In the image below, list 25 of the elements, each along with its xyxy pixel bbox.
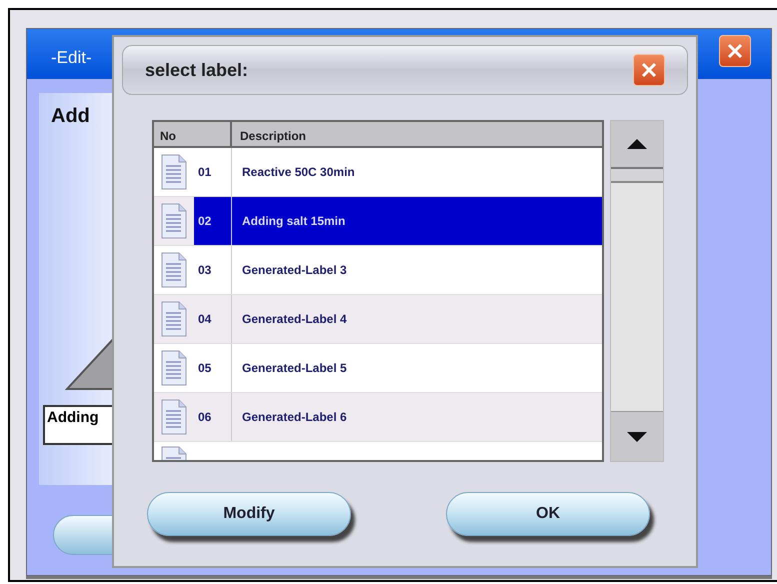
table-row[interactable]: 02 Adding salt 15min [154, 197, 602, 246]
table-row[interactable]: 04 Generated-Label 4 [154, 295, 602, 344]
table-cell-text: Generated-Label 6 [241, 409, 347, 426]
table-cell: 06 [194, 393, 232, 441]
table-cell-text: Generated-Label 3 [241, 262, 347, 279]
table-cell-text: Reactive 50C 30min [241, 164, 355, 181]
table-row[interactable]: 01 Reactive 50C 30min [154, 148, 602, 197]
table-cell-text: Generated-Label 5 [241, 360, 347, 377]
table-cell: 03 [194, 246, 232, 294]
pill-button[interactable]: OK [446, 492, 650, 536]
table-row[interactable]: 05 Generated-Label 5 [154, 344, 602, 393]
table-cell-text: Adding salt 15min [241, 213, 346, 230]
table-cell: 04 [194, 295, 232, 343]
table-cell: 02 [194, 197, 232, 245]
heading: Add [51, 104, 91, 129]
dialog-title: select label: [145, 58, 248, 82]
column-header: No [154, 122, 232, 146]
window-title: -Edit- [51, 47, 92, 69]
table-row[interactable]: 03 Generated-Label 3 [154, 246, 602, 295]
table-cell: 05 [194, 344, 232, 392]
table-row[interactable]: 06 Generated-Label 6 [154, 393, 602, 442]
column-header: Description [239, 128, 308, 145]
pill-button[interactable]: Modify [147, 492, 351, 536]
table-cell-text: Generated-Label 4 [241, 311, 347, 328]
table-cell: 01 [194, 148, 232, 196]
